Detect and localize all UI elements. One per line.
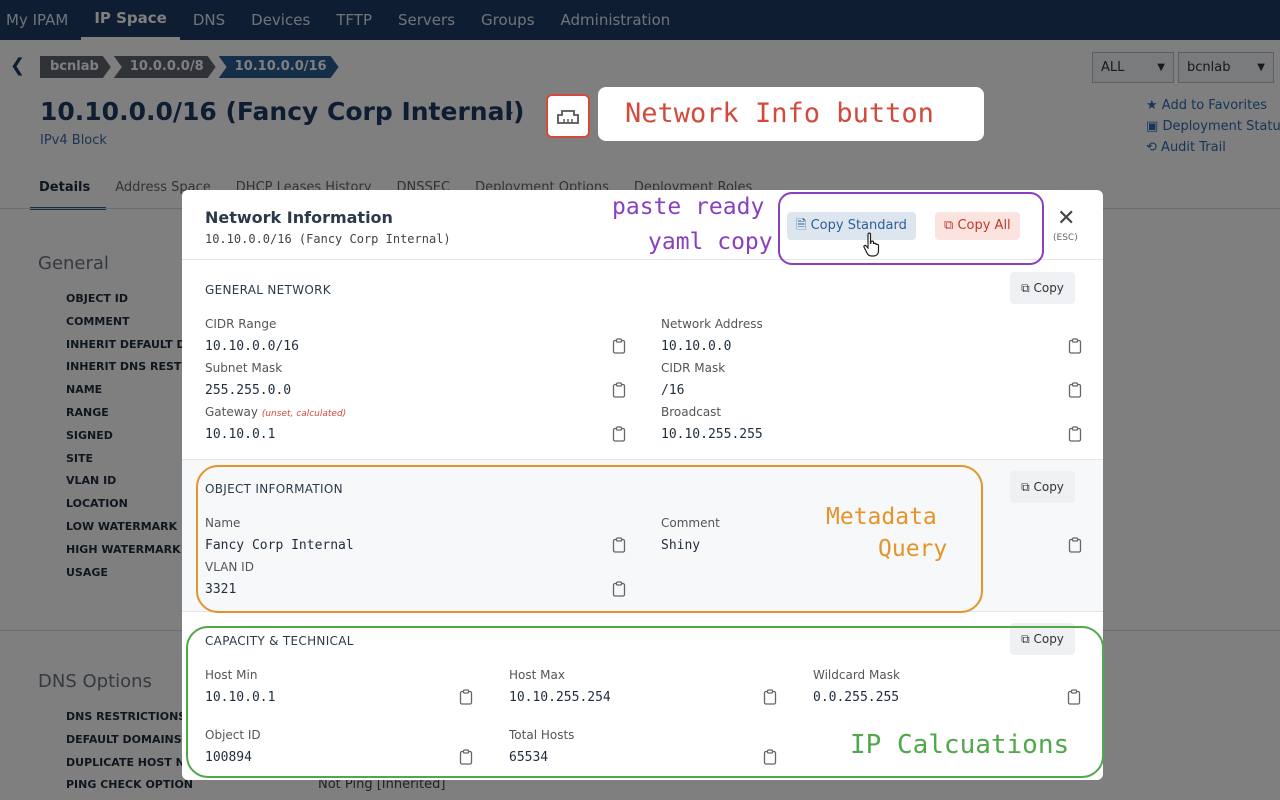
clipboard-icon[interactable] — [1068, 426, 1082, 442]
subnet-mask-value: 255.255.0.0 — [205, 383, 292, 398]
clipboard-icon[interactable] — [612, 338, 626, 354]
close-icon[interactable]: ✕ — [1057, 206, 1075, 231]
object-info-highlight — [196, 465, 983, 613]
copy-icon: ⧉ — [1021, 281, 1030, 295]
field-label: Network Address — [661, 317, 763, 331]
copy-buttons-highlight — [778, 192, 1044, 265]
field-label: Subnet Mask — [205, 361, 283, 375]
metadata-annotation: Metadata — [826, 504, 937, 530]
query-annotation: Query — [878, 536, 948, 562]
gateway-note: (unset, calculated) — [261, 409, 347, 419]
network-info-button[interactable] — [546, 94, 590, 138]
field-label: Gateway (unset, calculated) — [205, 405, 347, 419]
network-info-callout: Network Info button — [598, 87, 984, 141]
broadcast-value: 10.10.255.255 — [661, 427, 763, 442]
general-network-section: GENERAL NETWORK ⧉ Copy CIDR Range 10.10.… — [182, 261, 1103, 458]
paste-ready-annotation: paste ready — [612, 194, 765, 220]
section-copy-button[interactable]: ⧉ Copy — [1010, 272, 1075, 304]
modal-title: Network Information — [205, 208, 393, 227]
field-label: CIDR Range — [205, 317, 277, 331]
gateway-value: 10.10.0.1 — [205, 427, 276, 442]
ethernet-port-icon — [557, 110, 579, 124]
yaml-copy-annotation: yaml copy — [648, 229, 773, 255]
clipboard-icon[interactable] — [1068, 338, 1082, 354]
clipboard-icon[interactable] — [1068, 382, 1082, 398]
close-hint: (ESC) — [1053, 233, 1078, 243]
modal-subtitle: 10.10.0.0/16 (Fancy Corp Internal) — [205, 232, 451, 246]
clipboard-icon[interactable] — [612, 382, 626, 398]
network-address-value: 10.10.0.0 — [661, 339, 732, 354]
cidr-mask-value: /16 — [661, 383, 685, 398]
clipboard-icon[interactable] — [1068, 537, 1082, 553]
section-title: GENERAL NETWORK — [205, 283, 331, 297]
copy-icon: ⧉ — [1021, 480, 1030, 494]
cidr-range-value: 10.10.0.0/16 — [205, 339, 299, 354]
field-label: Broadcast — [661, 405, 722, 419]
ip-calculations-annotation: IP Calcuations — [850, 730, 1070, 760]
clipboard-icon[interactable] — [612, 426, 626, 442]
section-copy-button[interactable]: ⧉ Copy — [1010, 471, 1075, 503]
field-label: CIDR Mask — [661, 361, 726, 375]
